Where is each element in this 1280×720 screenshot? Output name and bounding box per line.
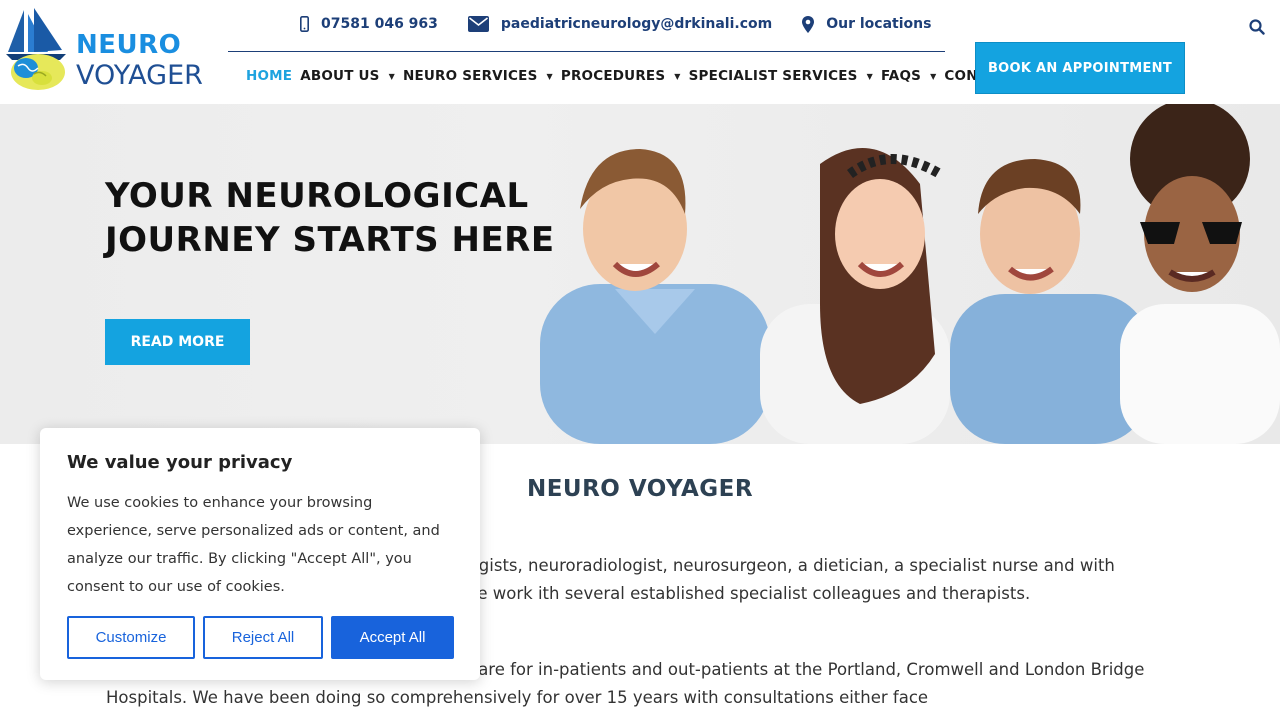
logo-text-neuro: NEURO [76,30,182,60]
hero-title: YOUR NEUROLOGICAL JOURNEY STARTS HERE [105,174,555,262]
phone-link[interactable]: 07581 046 963 [300,16,438,32]
nav-item-specialist-services[interactable]: SPECIALIST SERVICES ▼ [689,68,873,84]
nav-item-label: ABOUT US [300,68,380,84]
caret-down-icon: ▼ [674,71,681,81]
caret-down-icon: ▼ [388,71,395,81]
email-link[interactable]: paediatricneurology@drkinali.com [467,16,773,32]
envelope-icon [467,16,489,32]
nav-item-label: PROCEDURES [560,68,666,84]
customize-button[interactable]: Customize [67,616,195,659]
search-icon[interactable] [1249,19,1265,35]
phone-number: 07581 046 963 [321,16,438,32]
logo[interactable]: NEURO VOYAGER [4,6,214,92]
phone-icon [300,16,309,32]
caret-down-icon: ▼ [930,71,937,81]
map-marker-icon [802,15,815,33]
nav-item-neuro-services[interactable]: NEURO SERVICES ▼ [403,68,553,84]
nav-item-faqs[interactable]: FAQS ▼ [881,68,936,84]
email-address: paediatricneurology@drkinali.com [500,16,773,32]
hero-title-line: JOURNEY STARTS HERE [105,220,555,260]
hero-children-image [540,104,1280,444]
reject-all-button[interactable]: Reject All [203,616,323,659]
caret-down-icon: ▼ [546,71,553,81]
locations-link[interactable]: Our locations [802,15,932,33]
nav-item-about-us[interactable]: ABOUT US ▼ [300,68,395,84]
logo-text-voyager: VOYAGER [76,60,203,91]
hero-title-line: YOUR NEUROLOGICAL [105,176,529,216]
cookie-buttons: Customize Reject All Accept All [67,616,462,659]
contact-bar: 07581 046 963 paediatricneurology@drkina… [300,12,961,36]
nav-item-label: HOME [246,68,293,84]
site-header: NEURO VOYAGER 07581 046 963 paediatricne… [0,0,1280,104]
nav-item-label: FAQS [880,68,922,84]
logo-sailboat-brain-icon [6,8,66,90]
read-more-button[interactable]: READ MORE [105,319,250,365]
nav-item-label: NEURO SERVICES [402,68,538,84]
main-nav: HOME ABOUT US ▼ NEURO SERVICES ▼ PROCEDURE… [246,68,1040,84]
hero-banner: YOUR NEUROLOGICAL JOURNEY STARTS HERE RE… [0,104,1280,444]
nav-item-home[interactable]: HOME [246,68,292,84]
caret-down-icon: ▼ [866,71,873,81]
book-appointment-button[interactable]: BOOK AN APPOINTMENT [975,42,1185,94]
locations-label: Our locations [826,16,932,32]
cookie-title: We value your privacy [67,452,293,473]
cookie-consent-dialog: We value your privacy We use cookies to … [40,428,480,680]
cookie-text: We use cookies to enhance your browsing … [67,495,440,595]
nav-item-label: SPECIALIST SERVICES [688,68,858,84]
header-divider [228,51,945,52]
nav-item-procedures[interactable]: PROCEDURES ▼ [561,68,681,84]
accept-all-button[interactable]: Accept All [331,616,454,659]
